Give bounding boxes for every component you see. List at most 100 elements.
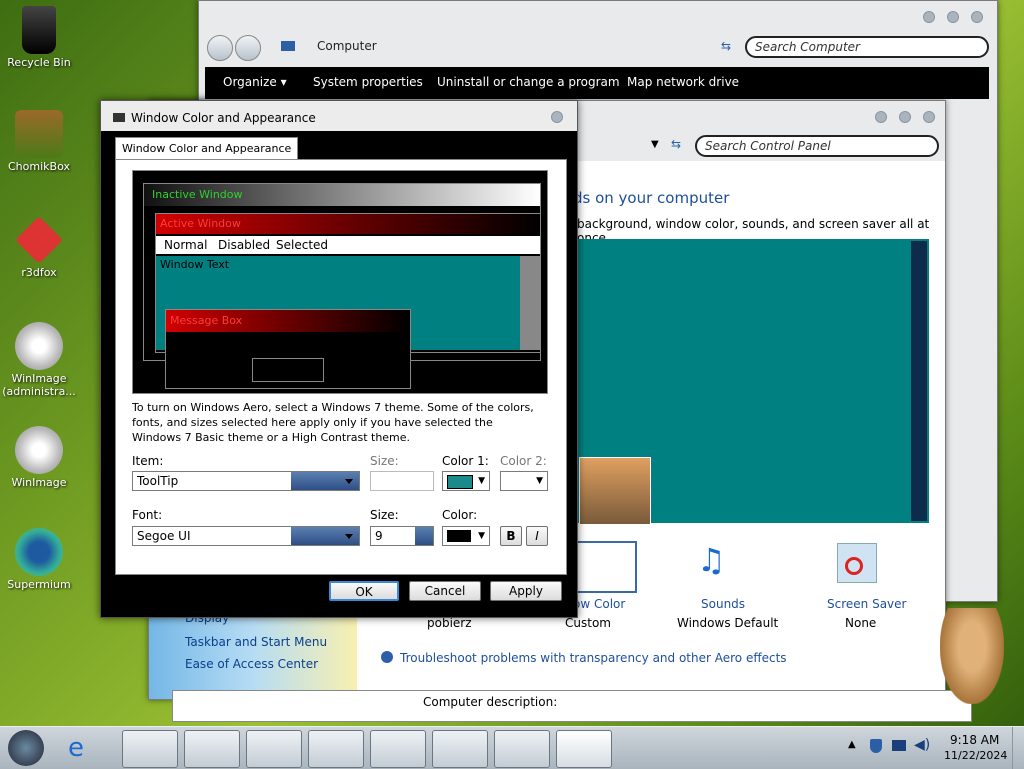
maximize-button[interactable] bbox=[899, 111, 911, 123]
volume-icon[interactable]: ◀) bbox=[914, 737, 930, 753]
desktop-icon-label: Recycle Bin bbox=[7, 56, 71, 69]
color1-picker[interactable]: ▼ bbox=[442, 471, 490, 491]
bottom-item-subtitle: Windows Default bbox=[677, 616, 779, 630]
close-button[interactable] bbox=[971, 11, 983, 23]
font-select[interactable]: Segoe UI bbox=[132, 526, 360, 546]
map-network-drive-button[interactable]: Map network drive bbox=[627, 75, 739, 89]
chevron-down-icon: ▼ bbox=[536, 476, 543, 486]
taskbar-app-window-color[interactable] bbox=[556, 730, 612, 768]
item-select[interactable]: ToolTip bbox=[132, 471, 360, 491]
close-button[interactable] bbox=[923, 111, 935, 123]
internet-explorer-icon[interactable]: e bbox=[68, 733, 100, 763]
font-size-label: Size: bbox=[370, 508, 399, 522]
desktop-icon-label: WinImage (administra... bbox=[2, 372, 76, 398]
font-color-label: Color: bbox=[442, 508, 478, 522]
color2-picker[interactable]: ▼ bbox=[500, 471, 548, 491]
bottom-item-subtitle: Custom bbox=[565, 616, 611, 630]
help-icon bbox=[381, 651, 393, 663]
bottom-item-title[interactable]: Sounds bbox=[701, 597, 745, 611]
start-button[interactable] bbox=[8, 730, 44, 766]
theme-thumbnail[interactable] bbox=[579, 457, 651, 525]
window-color-dialog[interactable]: Window Color and Appearance Window Color… bbox=[100, 100, 578, 618]
desktop-icon-supermium[interactable]: Supermium bbox=[0, 528, 78, 591]
taskbar-app-3[interactable] bbox=[246, 730, 302, 768]
clock-time[interactable]: 9:18 AM bbox=[950, 733, 999, 747]
winimage-icon bbox=[15, 426, 63, 474]
message-box-label: Message Box bbox=[170, 314, 243, 327]
maximize-button[interactable] bbox=[947, 11, 959, 23]
item-size-input[interactable] bbox=[370, 471, 434, 491]
desktop-icon-label: Supermium bbox=[7, 578, 71, 591]
menu-disabled: Disabled bbox=[218, 238, 271, 252]
scrollbar[interactable] bbox=[911, 241, 927, 521]
taskbar-app-explorer[interactable] bbox=[494, 730, 550, 768]
window-color-item[interactable] bbox=[569, 541, 637, 593]
recycle-bin-icon bbox=[22, 6, 56, 54]
desktop-icon-winimage[interactable]: WinImage bbox=[0, 426, 78, 489]
refresh-icon[interactable]: ⇆ bbox=[671, 137, 681, 151]
inactive-window-label: Inactive Window bbox=[152, 188, 243, 201]
taskbar-app-6[interactable] bbox=[432, 730, 488, 768]
taskbar-start-menu-link[interactable]: Taskbar and Start Menu bbox=[185, 635, 327, 649]
bold-button[interactable]: B bbox=[500, 526, 522, 546]
minimize-button[interactable] bbox=[923, 11, 935, 23]
message-box-button bbox=[252, 358, 324, 382]
left-pane bbox=[149, 609, 357, 699]
show-desktop-button[interactable] bbox=[1012, 727, 1024, 769]
tab-window-color[interactable]: Window Color and Appearance bbox=[115, 137, 299, 160]
italic-button[interactable]: I bbox=[526, 526, 548, 546]
chevron-down-icon[interactable] bbox=[291, 527, 359, 545]
forward-button[interactable] bbox=[235, 35, 261, 61]
supermium-icon bbox=[15, 528, 63, 576]
desktop-icon-r3dfox[interactable]: r3dfox bbox=[0, 216, 78, 279]
bottom-item-subtitle: None bbox=[845, 616, 877, 630]
troubleshoot-link[interactable]: Troubleshoot problems with transparency … bbox=[400, 651, 787, 665]
appearance-preview: Inactive Window Active Window Normal Dis… bbox=[132, 170, 548, 394]
monitor-icon bbox=[113, 113, 125, 122]
apply-button[interactable]: Apply bbox=[490, 581, 562, 601]
clock-date[interactable]: 11/22/2024 bbox=[944, 749, 1007, 762]
search-control-panel-input[interactable]: Search Control Panel bbox=[695, 135, 939, 157]
taskbar-app-4[interactable] bbox=[308, 730, 364, 768]
r3dfox-icon bbox=[15, 216, 63, 264]
desktop-icon-label: WinImage bbox=[11, 476, 67, 489]
taskbar-app-media-player[interactable] bbox=[184, 730, 240, 768]
chevron-down-icon: ▼ bbox=[478, 476, 485, 486]
computer-description-panel: Computer description: bbox=[172, 690, 972, 722]
chevron-down-icon[interactable]: ▼ bbox=[651, 139, 659, 150]
minimize-button[interactable] bbox=[875, 111, 887, 123]
chevron-down-icon[interactable] bbox=[291, 472, 359, 490]
font-color-picker[interactable]: ▼ bbox=[442, 526, 490, 546]
tray-chevron-icon[interactable]: ▲ bbox=[848, 739, 856, 750]
uninstall-program-button[interactable]: Uninstall or change a program bbox=[437, 75, 620, 89]
breadcrumb[interactable]: Computer bbox=[317, 39, 377, 53]
refresh-icon[interactable]: ⇆ bbox=[721, 39, 731, 53]
network-icon[interactable] bbox=[892, 740, 906, 751]
font-size-value: 9 bbox=[375, 529, 383, 543]
ease-of-access-link[interactable]: Ease of Access Center bbox=[185, 657, 318, 671]
desktop-icon-label: ChomikBox bbox=[8, 160, 70, 173]
font-size-select[interactable]: 9 bbox=[370, 526, 434, 546]
desktop-icon-recycle-bin[interactable]: Recycle Bin bbox=[0, 6, 78, 69]
bottom-item-title[interactable]: Screen Saver bbox=[827, 597, 906, 611]
system-properties-button[interactable]: System properties bbox=[313, 75, 423, 89]
bottom-item-title[interactable]: ow Color bbox=[573, 597, 625, 611]
back-button[interactable] bbox=[207, 35, 233, 61]
organize-menu[interactable]: Organize ▾ bbox=[223, 75, 287, 89]
hamster-mascot-image bbox=[940, 608, 1004, 704]
window-text-label: Window Text bbox=[160, 258, 230, 271]
desktop-icon-chomikbox[interactable]: ChomikBox bbox=[0, 110, 78, 173]
toolbar: Organize ▾ System properties Uninstall o… bbox=[205, 67, 989, 99]
search-computer-input[interactable]: Search Computer bbox=[745, 36, 989, 58]
shield-icon[interactable] bbox=[870, 739, 882, 753]
color2-label: Color 2: bbox=[500, 454, 547, 468]
desktop-icon-winimage-admin[interactable]: WinImage (administra... bbox=[0, 322, 78, 398]
ok-button[interactable]: OK bbox=[329, 581, 399, 601]
winimage-icon bbox=[15, 322, 63, 370]
taskbar-app-1[interactable] bbox=[122, 730, 178, 768]
chevron-down-icon[interactable] bbox=[415, 527, 433, 545]
cancel-button[interactable]: Cancel bbox=[409, 581, 481, 601]
taskbar-app-5[interactable] bbox=[370, 730, 426, 768]
bottom-item-title[interactable]: pobierz bbox=[427, 616, 472, 630]
close-button[interactable] bbox=[551, 111, 563, 123]
